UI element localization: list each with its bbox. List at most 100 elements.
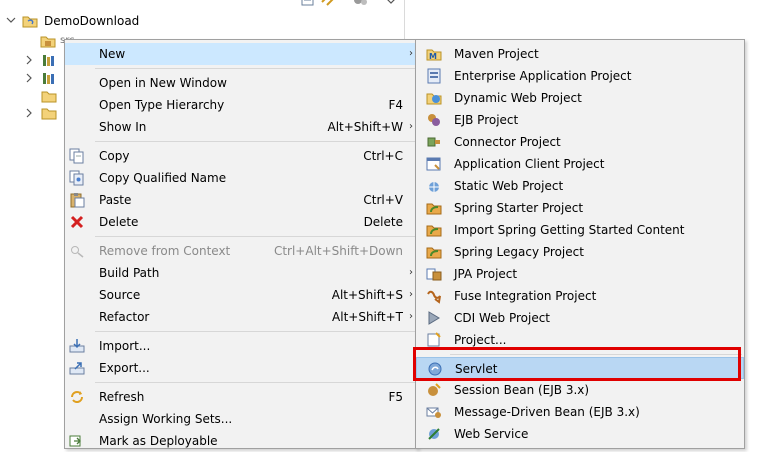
menu-separator: [95, 236, 415, 237]
menu-item-label: Application Client Project: [454, 157, 605, 171]
submenu-item-spring-starter-project[interactable]: Spring Starter Project: [416, 197, 744, 219]
submenu-item-message-driven-bean[interactable]: Message-Driven Bean (EJB 3.x): [416, 401, 744, 423]
fuse-integration-project-icon: [426, 288, 442, 304]
static-web-project-icon: [426, 178, 442, 194]
menu-item-label: Show In: [99, 120, 147, 134]
dynamic-web-project-icon: [426, 90, 442, 106]
submenu-arrow-icon: ›: [409, 48, 413, 59]
menu-item-shortcut: Ctrl+Alt+Shift+Down: [273, 244, 403, 258]
focus-task-icon[interactable]: [352, 0, 368, 8]
submenu-item-fuse-integration-project[interactable]: Fuse Integration Project: [416, 285, 744, 307]
submenu-item-cdi-web-project[interactable]: CDI Web Project: [416, 307, 744, 329]
menu-item-refresh[interactable]: Refresh F5: [65, 386, 417, 408]
menu-item-label: Build Path: [99, 266, 160, 280]
delete-icon: [69, 214, 85, 230]
tree-item-folder[interactable]: [24, 104, 64, 122]
import-icon: [69, 338, 85, 354]
tree-item-project[interactable]: DemoDownload: [6, 12, 206, 30]
menu-item-label: Copy: [99, 149, 130, 163]
tree-item-library[interactable]: [24, 69, 64, 87]
menu-item-label: Spring Starter Project: [454, 201, 584, 215]
collapsed-chevron-icon[interactable]: [24, 69, 34, 87]
maven-project-icon: M: [426, 46, 442, 62]
context-menu: New › Open in New Window Open Type Hiera…: [64, 39, 418, 449]
menu-item-mark-as-deployable[interactable]: Mark as Deployable: [65, 430, 417, 452]
submenu-item-import-spring-getting-started[interactable]: Import Spring Getting Started Content: [416, 219, 744, 241]
export-icon: [69, 360, 85, 376]
menu-item-show-in[interactable]: Show In Alt+Shift+W ›: [65, 116, 417, 138]
menu-item-shortcut: Alt+Shift+T: [332, 310, 403, 324]
expand-chevron-icon[interactable]: [6, 12, 16, 30]
submenu-arrow-icon: ›: [409, 121, 413, 132]
menu-item-assign-working-sets[interactable]: Assign Working Sets...: [65, 408, 417, 430]
new-submenu: M Maven Project Enterprise Application P…: [415, 39, 745, 449]
submenu-item-web-service[interactable]: Web Service: [416, 423, 744, 445]
session-bean-icon: [426, 382, 442, 398]
submenu-item-static-web-project[interactable]: Static Web Project: [416, 175, 744, 197]
menu-item-label: Refactor: [99, 310, 150, 324]
menu-item-shortcut: F4: [388, 98, 403, 112]
menu-item-label: CDI Web Project: [454, 311, 551, 325]
view-menu-icon[interactable]: [383, 0, 399, 8]
menu-item-label: Maven Project: [454, 47, 539, 61]
submenu-item-jpa-project[interactable]: JPA Project: [416, 263, 744, 285]
link-with-editor-icon[interactable]: [320, 0, 336, 8]
menu-item-copy[interactable]: Copy Ctrl+C: [65, 145, 417, 167]
collapsed-chevron-icon[interactable]: [24, 104, 34, 122]
submenu-item-session-bean[interactable]: Session Bean (EJB 3.x): [416, 379, 744, 401]
menu-item-refactor[interactable]: Refactor Alt+Shift+T ›: [65, 306, 417, 328]
menu-item-paste[interactable]: Paste Ctrl+V: [65, 189, 417, 211]
message-driven-bean-icon: [426, 404, 442, 420]
menu-item-remove-from-context: Remove from Context Ctrl+Alt+Shift+Down: [65, 240, 417, 262]
menu-item-label: Enterprise Application Project: [454, 69, 632, 83]
menu-item-delete[interactable]: Delete Delete: [65, 211, 417, 233]
menu-item-label: Import Spring Getting Started Content: [454, 223, 685, 237]
submenu-item-ejb-project[interactable]: EJB Project: [416, 109, 744, 131]
ejb-project-icon: [426, 112, 442, 128]
submenu-item-spring-legacy-project[interactable]: Spring Legacy Project: [416, 241, 744, 263]
menu-item-open-in-new-window[interactable]: Open in New Window: [65, 72, 417, 94]
tree-item-folder[interactable]: [40, 87, 64, 105]
tree-item-library[interactable]: [24, 51, 64, 69]
submenu-arrow-icon: ›: [409, 289, 413, 300]
connector-project-icon: [426, 134, 442, 150]
package-folder-icon: [40, 33, 56, 49]
refresh-icon: [69, 389, 85, 405]
menu-item-source[interactable]: Source Alt+Shift+S ›: [65, 284, 417, 306]
remove-from-context-icon: [69, 243, 85, 259]
menu-item-export[interactable]: Export...: [65, 357, 417, 379]
menu-item-copy-qualified-name[interactable]: Copy Qualified Name: [65, 167, 417, 189]
menu-item-shortcut: Alt+Shift+S: [331, 288, 403, 302]
menu-item-import[interactable]: Import...: [65, 335, 417, 357]
submenu-arrow-icon: ›: [409, 267, 413, 278]
menu-item-label: EJB Project: [454, 113, 519, 127]
enterprise-app-project-icon: [426, 68, 442, 84]
folder-icon: [41, 105, 57, 121]
menu-item-label: Spring Legacy Project: [454, 245, 584, 259]
submenu-item-connector-project[interactable]: Connector Project: [416, 131, 744, 153]
submenu-item-dynamic-web-project[interactable]: Dynamic Web Project: [416, 87, 744, 109]
project-name-label: DemoDownload: [44, 14, 140, 28]
application-client-project-icon: [426, 156, 442, 172]
menu-item-open-type-hierarchy[interactable]: Open Type Hierarchy F4: [65, 94, 417, 116]
menu-item-build-path[interactable]: Build Path ›: [65, 262, 417, 284]
collapse-all-icon[interactable]: [300, 0, 316, 8]
menu-item-new[interactable]: New ›: [65, 43, 417, 65]
menu-item-label: Open Type Hierarchy: [99, 98, 225, 112]
web-service-icon: [426, 426, 442, 442]
library-icon: [41, 70, 57, 86]
cdi-web-project-icon: [426, 310, 442, 326]
submenu-item-enterprise-application-project[interactable]: Enterprise Application Project: [416, 65, 744, 87]
menu-item-label: Open in New Window: [99, 76, 227, 90]
jpa-project-icon: [426, 266, 442, 282]
menu-item-label: Fuse Integration Project: [454, 289, 597, 303]
menu-item-label: Refresh: [99, 390, 145, 404]
menu-item-shortcut: Alt+Shift+W: [327, 120, 404, 134]
collapsed-chevron-icon[interactable]: [24, 51, 34, 69]
menu-item-label: Source: [99, 288, 141, 302]
submenu-item-maven-project[interactable]: M Maven Project: [416, 43, 744, 65]
menu-item-shortcut: Ctrl+V: [363, 193, 403, 207]
menu-item-label: Message-Driven Bean (EJB 3.x): [454, 405, 640, 419]
java-project-icon: [22, 13, 38, 29]
submenu-item-application-client-project[interactable]: Application Client Project: [416, 153, 744, 175]
